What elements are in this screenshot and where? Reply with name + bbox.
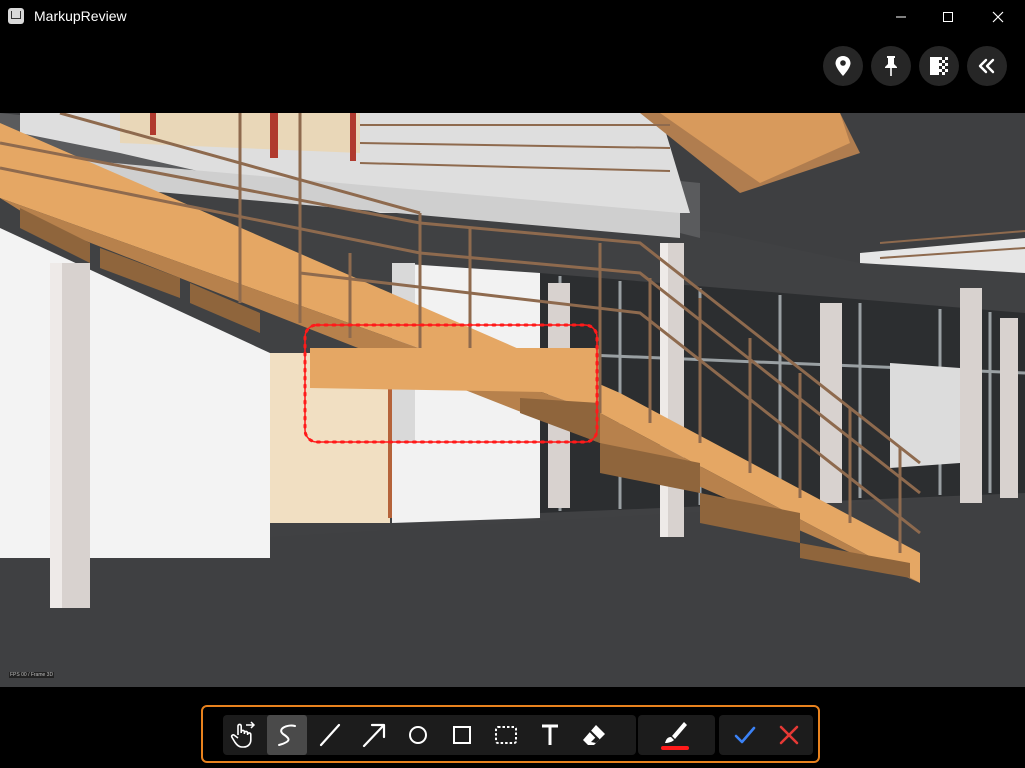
pushpin-icon [885, 56, 897, 76]
freehand-tool[interactable] [267, 715, 307, 755]
window-title: MarkupReview [34, 8, 127, 24]
collapse-panel-button[interactable] [967, 46, 1007, 86]
eraser-icon [583, 725, 605, 745]
circle-icon [409, 726, 427, 744]
confirm-button[interactable] [725, 715, 765, 755]
location-pin-button[interactable] [823, 46, 863, 86]
text-tool[interactable] [530, 715, 570, 755]
cloud-tool[interactable] [486, 715, 526, 755]
checkered-gradient-icon [930, 57, 948, 75]
arrow-tool[interactable] [354, 715, 394, 755]
model-viewport[interactable]: FPS 00 / Frame 3D [0, 113, 1025, 687]
cancel-button[interactable] [769, 715, 809, 755]
close-button[interactable] [975, 0, 1021, 33]
line-icon [319, 723, 341, 747]
pan-tool[interactable] [223, 715, 263, 755]
eraser-tool[interactable] [574, 715, 614, 755]
title-bar: MarkupReview [0, 0, 1025, 33]
minimize-icon [896, 16, 906, 17]
top-strip [0, 33, 1025, 113]
minimize-button[interactable] [878, 0, 924, 33]
viewport-corner-label: FPS 00 / Frame 3D [9, 672, 55, 678]
pin-button[interactable] [871, 46, 911, 86]
text-icon [542, 724, 558, 745]
app-icon [8, 8, 24, 24]
freehand-icon [278, 724, 296, 746]
rectangle-tool[interactable] [442, 715, 482, 755]
hand-pointer-icon [230, 721, 256, 748]
rectangle-icon [453, 726, 471, 744]
markup-toolbar [201, 705, 820, 763]
x-icon [779, 725, 799, 745]
maximize-button[interactable] [925, 0, 971, 33]
checkmark-icon [734, 726, 756, 744]
location-pin-icon [835, 56, 851, 76]
double-chevron-left-icon [978, 58, 995, 74]
circle-tool[interactable] [398, 715, 438, 755]
line-tool[interactable] [310, 715, 350, 755]
color-picker-button[interactable] [655, 715, 695, 755]
building-scene [0, 113, 1025, 687]
background-toggle-button[interactable] [919, 46, 959, 86]
arrow-icon [362, 723, 386, 748]
close-icon [992, 11, 1004, 22]
dashed-rectangle-icon [495, 726, 517, 744]
maximize-icon [943, 11, 953, 22]
brush-icon [661, 722, 689, 750]
